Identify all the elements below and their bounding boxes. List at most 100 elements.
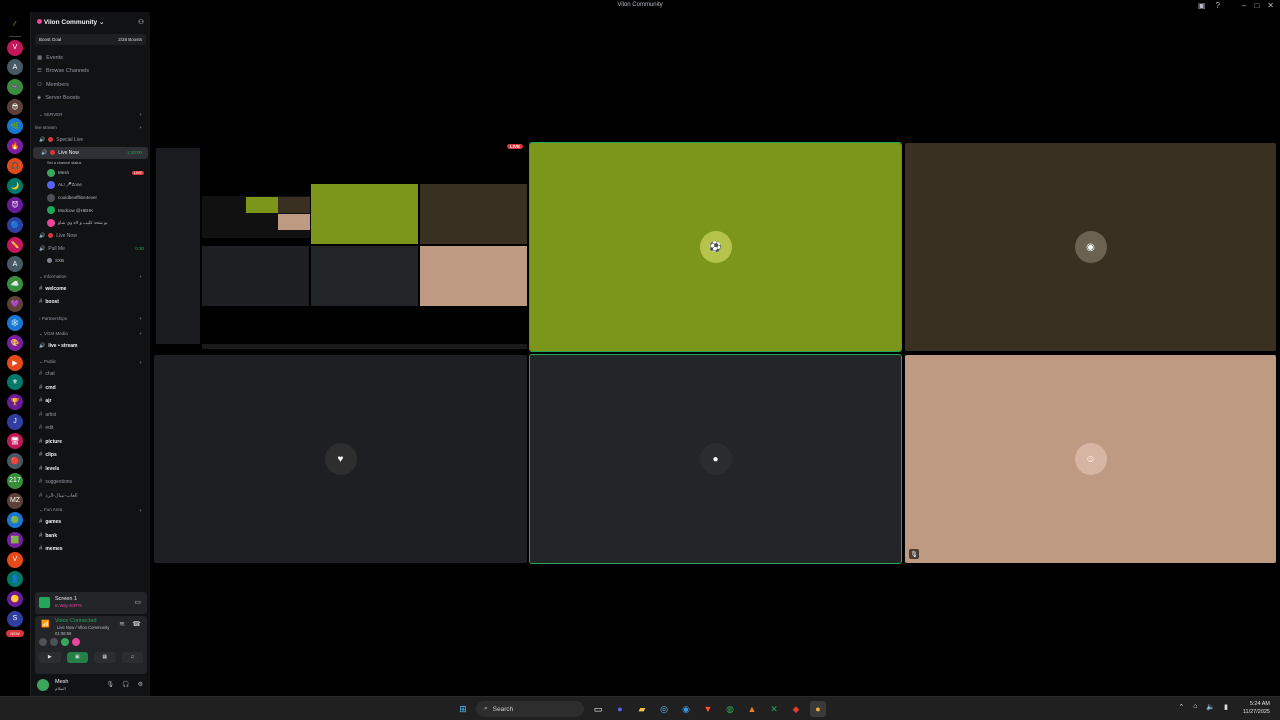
excel-icon[interactable]: ✕ (766, 701, 782, 717)
stop-share-icon[interactable]: ▭ (134, 598, 141, 606)
voice-user-sxb[interactable]: SXB (31, 255, 150, 268)
server-icon[interactable]: 👤 (7, 571, 23, 588)
rail-server[interactable]: ⁄ (7, 16, 23, 32)
network-icon[interactable]: ⌂ (1193, 703, 1197, 711)
microphone-icon[interactable]: 🎙 (107, 681, 115, 688)
voice-channel-path[interactable]: Live Now / Vilon Community (57, 625, 109, 630)
server-icon[interactable]: ⚜ (7, 374, 23, 391)
server-header[interactable]: Vilon Community ⌄ ⚇ (31, 12, 150, 32)
task-view-icon[interactable]: ▭ (590, 701, 606, 717)
discord-taskbar-icon[interactable]: ● (612, 701, 628, 717)
share-screen-button[interactable]: ▣ (66, 652, 88, 663)
voice-channel-pull-me[interactable]: 🔊 Pull Me 0:30 (31, 243, 150, 255)
speaker-icon[interactable]: 🔈 (1206, 703, 1215, 711)
voice-user[interactable]: يو شحذ كليب و لاه وي شاو (31, 217, 150, 230)
chrome-icon[interactable]: ◍ (722, 701, 738, 717)
voice-channel-live-stream[interactable]: 🔊 live • stream (31, 339, 150, 353)
chevron-up-icon[interactable]: ⌃ (1178, 703, 1184, 711)
server-icon[interactable]: 🔵 (7, 216, 23, 233)
nav-browse-channels[interactable]: ☰ Browse Channels (31, 65, 150, 79)
channel-status-hint[interactable]: Set a channel status (31, 159, 150, 167)
nav-server-boosts[interactable]: ◈ Server Boosts (31, 92, 150, 106)
voice-user[interactable]: couldbeoffline4ever (31, 192, 150, 205)
category-live-stream[interactable]: live stream + (31, 122, 150, 133)
server-icon[interactable]: A (7, 256, 23, 273)
category-server[interactable]: ⌄ SERVER + (31, 109, 150, 120)
gear-icon[interactable]: ⚙ (138, 681, 143, 688)
taskbar-search[interactable]: ⌕ Search (476, 701, 584, 717)
text-channel-boost[interactable]: # boost (31, 296, 150, 310)
category-information[interactable]: ⌄ Information + (31, 271, 150, 282)
server-icon[interactable]: 🎧 (7, 157, 23, 174)
voice-channel-live-now[interactable]: 🔊 Live Now 1:10:00 (33, 146, 148, 159)
text-channel-ajr[interactable]: # ajr (31, 395, 150, 409)
windows-start-icon[interactable]: ⊞ (455, 701, 471, 717)
text-channel-picture[interactable]: # picture (31, 435, 150, 449)
voice-activity-icon[interactable] (50, 638, 58, 646)
server-icon[interactable]: 😈 (7, 197, 23, 214)
stream-tile-screen-share[interactable]: LIVE (154, 142, 527, 352)
voice-activity-icon[interactable] (72, 638, 80, 646)
activities-button[interactable]: ▦ (94, 652, 116, 663)
text-channel-clips[interactable]: # clips (31, 449, 150, 463)
server-icon[interactable]: 💜 (7, 295, 23, 312)
nav-members[interactable]: ⚇ Members (31, 78, 150, 92)
disconnect-icon[interactable]: ☎ (132, 620, 141, 628)
server-icon[interactable]: 🌿 (7, 118, 23, 135)
server-icon[interactable]: 🖥 (7, 433, 23, 450)
text-channel-cmd[interactable]: # cmd (31, 381, 150, 395)
text-channel-arabic[interactable]: # العاب-نبيال-الرد (31, 489, 150, 503)
voice-channel-special-live[interactable]: 🔊 Special Live (31, 133, 150, 147)
text-channel-levels[interactable]: # levels (31, 462, 150, 476)
user-name[interactable]: Mesh (55, 679, 68, 685)
signal-icon[interactable]: 📶 (41, 620, 50, 628)
category-vgm-media[interactable]: ⌄ VGM Media + (31, 328, 150, 339)
server-icon[interactable]: S (7, 610, 23, 627)
headphones-icon[interactable]: 🎧 (122, 681, 129, 688)
maximize-button[interactable]: □ (1254, 1, 1259, 10)
text-channel-artist[interactable]: # artist (31, 408, 150, 422)
server-icon[interactable]: ❄️ (7, 315, 23, 332)
voice-user[interactable]: AL! 🎤Zone (31, 179, 150, 192)
category-public[interactable]: ⌄ Public + (31, 357, 150, 368)
server-icon[interactable]: ▶ (7, 354, 23, 371)
brave-icon[interactable]: ▼ (700, 701, 716, 717)
voice-activity-icon[interactable] (61, 638, 69, 646)
text-channel-welcome[interactable]: # welcome (31, 282, 150, 296)
app-icon[interactable]: ▲ (744, 701, 760, 717)
participant-tile[interactable]: ☺ 🎙 (905, 355, 1276, 563)
participant-tile[interactable]: ● (529, 354, 902, 564)
server-icon[interactable]: 🟩 (7, 531, 23, 548)
server-icon[interactable]: 🔥 (7, 138, 23, 155)
voice-activity-icon[interactable] (39, 638, 47, 646)
server-icon[interactable]: 🎮 (7, 79, 23, 96)
text-channel-bank[interactable]: # bank (31, 529, 150, 543)
file-explorer-icon[interactable]: ▰ (634, 701, 650, 717)
nav-events[interactable]: ▦ Events (31, 51, 150, 65)
server-icon[interactable]: V (7, 551, 23, 568)
text-channel-memes[interactable]: # memes (31, 543, 150, 557)
server-icon[interactable]: 🔴 (7, 453, 23, 470)
server-icon[interactable]: ☁️ (7, 275, 23, 292)
close-button[interactable]: ✕ (1267, 1, 1274, 10)
text-channel-edit[interactable]: # edit (31, 422, 150, 436)
participant-tile[interactable]: ♥ (154, 355, 527, 563)
server-icon[interactable]: V (7, 39, 23, 56)
server-icon[interactable]: 🌙 (7, 177, 23, 194)
clock[interactable]: 5:24 AM 11/27/2025 (1243, 700, 1270, 716)
participant-tile[interactable]: ◉ (905, 143, 1276, 351)
voice-channel-live-now-2[interactable]: 🔊 Live Now (31, 229, 150, 243)
help-icon[interactable]: ? (1216, 1, 1220, 10)
app-icon[interactable]: ◉ (678, 701, 694, 717)
server-icon[interactable]: MZ (7, 492, 23, 509)
participant-tile[interactable]: ⚽ (529, 142, 902, 352)
minimize-button[interactable]: – (1242, 1, 1246, 10)
text-channel-suggestions[interactable]: # suggestions (31, 476, 150, 490)
server-icon[interactable]: 🏆 (7, 394, 23, 411)
server-icon[interactable]: A (7, 59, 23, 76)
steam-icon[interactable]: ◎ (656, 701, 672, 717)
server-icon[interactable]: 🟡 (7, 590, 23, 607)
app-icon[interactable]: ◆ (788, 701, 804, 717)
text-channel-games[interactable]: # games (31, 516, 150, 530)
avatar[interactable] (37, 679, 49, 691)
